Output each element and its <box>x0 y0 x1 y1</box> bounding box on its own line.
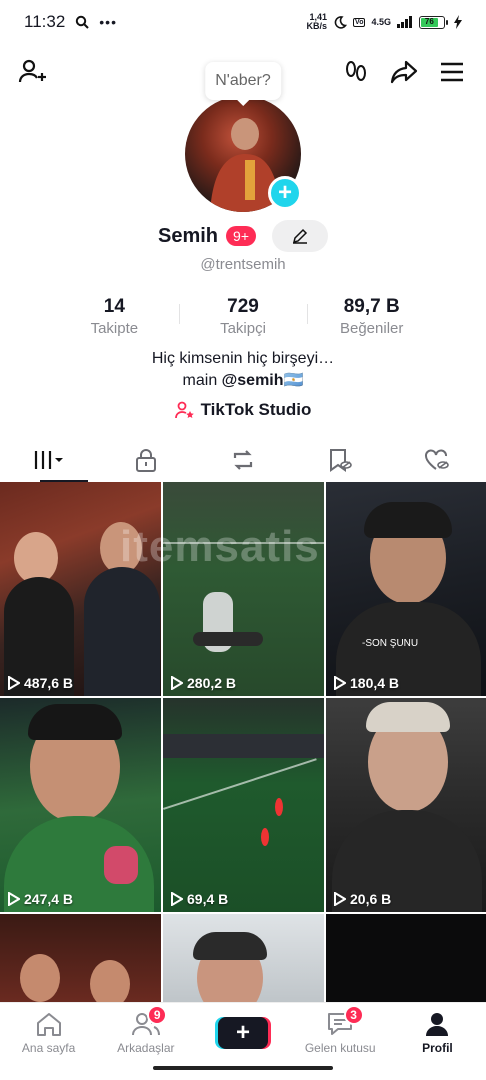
bottom-nav: Ana sayfa Arkadaşlar 9 + Gelen kutusu 3 … <box>0 1002 486 1062</box>
stat-following[interactable]: 14 Takipte <box>50 296 179 337</box>
profile-name: Semih <box>158 224 219 247</box>
create-button[interactable]: + <box>218 1016 268 1049</box>
play-icon <box>334 676 346 690</box>
video-thumbnail[interactable]: 247,4 B <box>0 698 161 912</box>
play-icon <box>171 676 183 690</box>
video-caption-overlay: -SON ŞUNU <box>362 638 419 649</box>
share-profile-button[interactable] <box>386 54 422 90</box>
menu-button[interactable] <box>434 54 470 90</box>
search-status-icon <box>76 15 89 29</box>
tab-private[interactable] <box>97 438 194 482</box>
tab-liked[interactable] <box>389 438 486 482</box>
tab-videos[interactable] <box>0 438 97 482</box>
bio: Hiç kimsenin hiç birşeyi… main @semih🇦🇷 <box>0 348 486 392</box>
signal-icon <box>397 16 412 28</box>
nav-create[interactable]: + <box>194 1003 291 1062</box>
share-arrow-icon <box>390 60 418 84</box>
nav-inbox[interactable]: Gelen kutusu 3 <box>292 1003 389 1062</box>
name-row: Semih 9+ <box>0 218 486 254</box>
inbox-badge: 3 <box>343 1005 364 1025</box>
bio-line-2: main @semih🇦🇷 <box>182 372 304 389</box>
view-count: 69,4 B <box>171 891 228 907</box>
stat-likes[interactable]: 89,7 B Beğeniler <box>307 296 436 337</box>
video-thumbnail[interactable] <box>0 914 161 1002</box>
play-icon <box>8 892 20 906</box>
notification-badge[interactable]: 9+ <box>226 226 256 246</box>
watermark-text: itemsatis <box>120 522 320 571</box>
charging-icon <box>454 15 462 29</box>
moon-icon <box>334 16 348 29</box>
flag-icon: 🇦🇷 <box>283 372 304 389</box>
repost-icon <box>233 450 253 470</box>
tab-favorites[interactable] <box>292 438 389 482</box>
status-bar: 11:32 ••• 1,41 KB/s Vo 4.5G 76 <box>0 0 486 44</box>
grid-bars-icon <box>34 451 63 469</box>
add-friend-button[interactable] <box>14 54 50 90</box>
view-count: 280,2 B <box>171 675 236 691</box>
video-thumbnail[interactable]: -SON ŞUNU 180,4 B <box>326 482 486 696</box>
heart-hidden-icon <box>425 449 450 470</box>
add-story-button[interactable]: + <box>268 176 302 210</box>
content-tabs <box>0 438 486 482</box>
video-thumbnail[interactable]: 69,4 B <box>163 698 324 912</box>
profile-person-icon <box>426 1012 449 1036</box>
home-indicator[interactable] <box>153 1066 333 1070</box>
nav-home[interactable]: Ana sayfa <box>0 1003 97 1062</box>
more-notifications-icon: ••• <box>99 14 117 30</box>
view-count: 180,4 B <box>334 675 399 691</box>
tiktok-studio-link[interactable]: TikTok Studio <box>0 400 486 420</box>
network-type: 4.5G <box>371 17 391 27</box>
net-speed: 1,41 KB/s <box>306 12 328 31</box>
username: @trentsemih <box>200 256 286 273</box>
footprints-icon <box>346 61 366 81</box>
bookmark-hidden-icon <box>330 449 353 472</box>
volte-icon: Vo <box>353 17 366 27</box>
lock-icon <box>135 449 156 472</box>
status-time: 11:32 <box>24 12 66 31</box>
add-person-icon <box>18 59 46 83</box>
view-count: 487,6 B <box>8 675 73 691</box>
play-icon <box>171 892 183 906</box>
tab-reposts[interactable] <box>194 438 291 482</box>
video-thumbnail[interactable]: 20,6 B <box>326 698 486 912</box>
edit-profile-button[interactable] <box>272 220 328 252</box>
play-icon <box>8 676 20 690</box>
bio-line-1: Hiç kimsenin hiç birşeyi… <box>151 350 335 367</box>
view-count: 247,4 B <box>8 891 73 907</box>
home-icon <box>36 1012 61 1036</box>
note-bubble[interactable]: N'aber? <box>205 62 281 100</box>
hamburger-menu-icon <box>441 62 463 82</box>
nav-profile[interactable]: Profil <box>389 1003 486 1062</box>
person-star-icon <box>174 401 194 419</box>
footprints-button[interactable] <box>338 54 374 90</box>
video-thumbnail[interactable]: 487,6 B <box>0 482 161 696</box>
pencil-icon <box>292 228 308 244</box>
friends-badge: 9 <box>147 1005 168 1025</box>
stat-followers[interactable]: 729 Takipçi <box>178 296 308 337</box>
bio-mention[interactable]: @semih <box>222 372 284 389</box>
nav-friends[interactable]: Arkadaşlar 9 <box>97 1003 194 1062</box>
view-count: 20,6 B <box>334 891 391 907</box>
video-thumbnail[interactable] <box>326 914 486 1002</box>
video-thumbnail[interactable]: 280,2 B <box>163 482 324 696</box>
video-thumbnail[interactable] <box>163 914 324 1002</box>
profile-stats: 14 Takipte 729 Takipçi 89,7 B Beğeniler <box>50 296 436 337</box>
play-icon <box>334 892 346 906</box>
battery-icon: 76 <box>419 15 448 29</box>
plus-icon: + <box>235 1018 250 1046</box>
